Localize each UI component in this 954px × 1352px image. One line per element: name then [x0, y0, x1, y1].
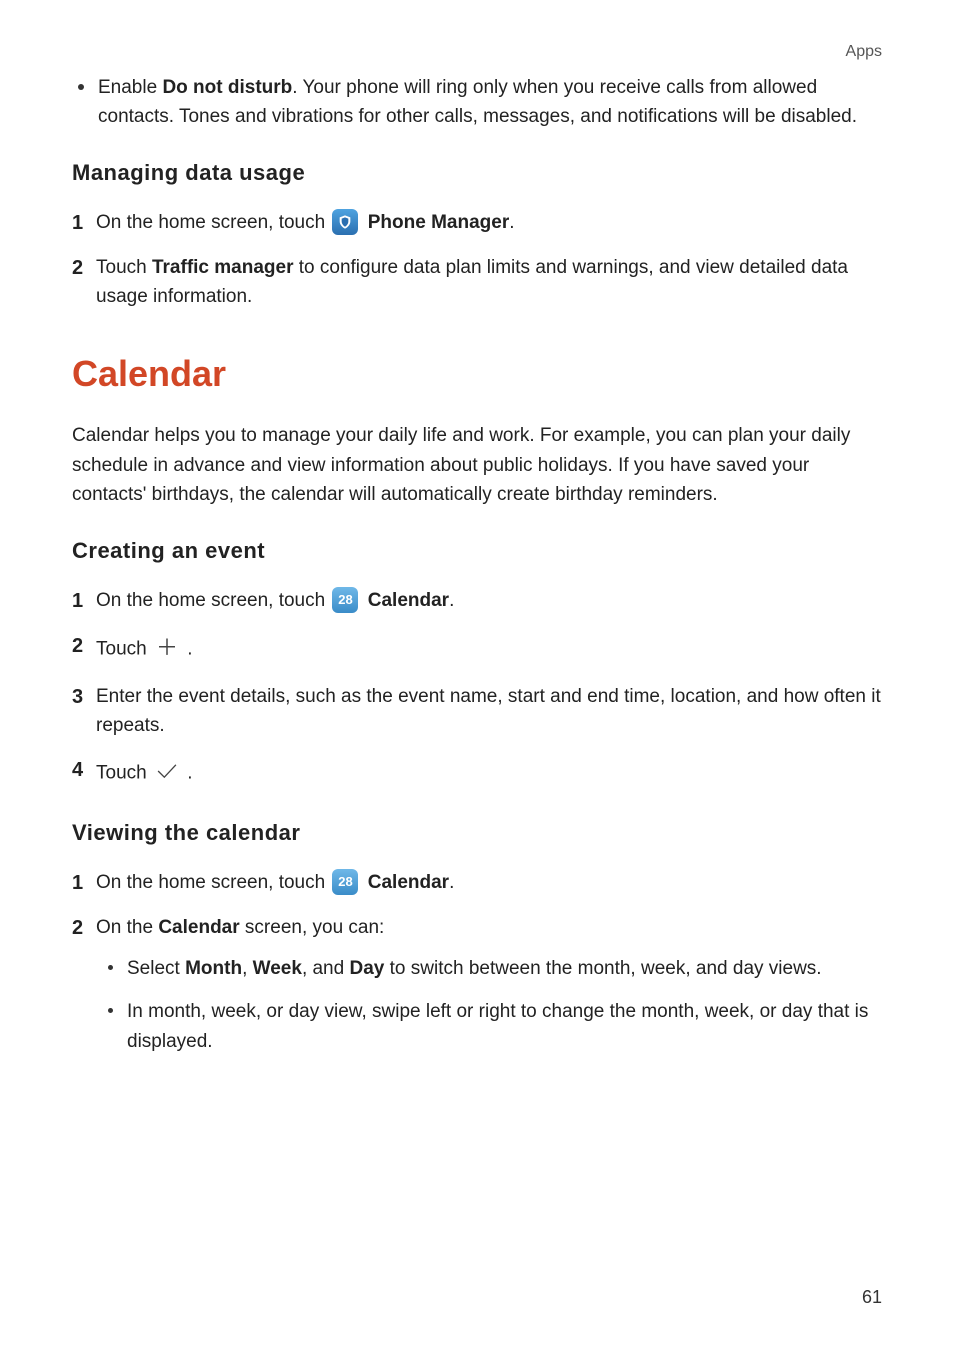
page-content: Apps Enable Do not disturb. Your phone w… — [0, 0, 954, 1352]
dnd-prefix: Enable — [98, 77, 162, 98]
text: . — [449, 590, 454, 611]
text: . — [509, 212, 514, 233]
text: Touch — [96, 638, 152, 659]
step-text: Touch ＋ . — [96, 631, 882, 668]
bullet-icon — [108, 965, 113, 970]
calendar-day-number: 28 — [338, 875, 352, 888]
step-number: 2 — [72, 253, 96, 284]
dnd-bold: Do not disturb — [162, 77, 292, 98]
step-number: 2 — [72, 913, 96, 944]
page-number: 61 — [862, 1284, 882, 1312]
viewing-step-2: 2 On the Calendar screen, you can: — [72, 913, 882, 944]
text: , and — [302, 958, 350, 979]
step-number: 2 — [72, 631, 96, 662]
calendar-app-icon: 28 — [332, 587, 358, 613]
calendar-screen-label: Calendar — [158, 917, 239, 938]
text: to switch between the month, week, and d… — [384, 958, 821, 979]
dnd-bullet: Enable Do not disturb. Your phone will r… — [72, 73, 882, 132]
step-text: On the home screen, touch 28 Calendar. — [96, 586, 882, 615]
dnd-text: Enable Do not disturb. Your phone will r… — [98, 73, 882, 132]
text: screen, you can: — [240, 917, 385, 938]
viewing-heading: Viewing the calendar — [72, 816, 882, 850]
phone-manager-label: Phone Manager — [368, 212, 509, 233]
bullet-icon — [78, 84, 84, 90]
viewing-bullet-1: Select Month, Week, and Day to switch be… — [102, 954, 882, 983]
day-label: Day — [349, 958, 384, 979]
viewing-step-1: 1 On the home screen, touch 28 Calendar. — [72, 868, 882, 899]
step-text: Touch Traffic manager to configure data … — [96, 253, 882, 312]
creating-step-1: 1 On the home screen, touch 28 Calendar. — [72, 586, 882, 617]
step-number: 1 — [72, 586, 96, 617]
step-number: 3 — [72, 682, 96, 713]
calendar-day-number: 28 — [338, 593, 352, 606]
text: . — [187, 638, 192, 659]
calendar-app-icon: 28 — [332, 869, 358, 895]
managing-step-2: 2 Touch Traffic manager to configure dat… — [72, 253, 882, 312]
calendar-label: Calendar — [368, 872, 449, 893]
traffic-manager-label: Traffic manager — [152, 257, 294, 278]
step-number: 1 — [72, 208, 96, 239]
bullet-text: Select Month, Week, and Day to switch be… — [127, 954, 882, 983]
step-number: 1 — [72, 868, 96, 899]
phone-manager-icon — [332, 209, 358, 235]
calendar-intro: Calendar helps you to manage your daily … — [72, 421, 882, 509]
step-text: On the Calendar screen, you can: — [96, 913, 882, 942]
plus-icon: ＋ — [156, 631, 178, 665]
bullet-text: In month, week, or day view, swipe left … — [127, 997, 882, 1056]
bullet-icon — [108, 1008, 113, 1013]
text: On the home screen, touch — [96, 212, 330, 233]
viewing-sub-list: Select Month, Week, and Day to switch be… — [102, 954, 882, 1056]
text: On the — [96, 917, 158, 938]
managing-heading: Managing data usage — [72, 156, 882, 190]
text: Touch — [96, 257, 152, 278]
step-text: Enter the event details, such as the eve… — [96, 682, 882, 741]
viewing-bullet-2: In month, week, or day view, swipe left … — [102, 997, 882, 1056]
text: . — [449, 872, 454, 893]
creating-step-4: 4 Touch . — [72, 755, 882, 792]
text: , — [242, 958, 253, 979]
step-text: On the home screen, touch 28 Calendar. — [96, 868, 882, 897]
text: . — [187, 762, 192, 783]
creating-heading: Creating an event — [72, 534, 882, 568]
month-label: Month — [185, 958, 242, 979]
step-text: On the home screen, touch Phone Manager. — [96, 208, 882, 237]
calendar-heading: Calendar — [72, 346, 882, 402]
text: On the home screen, touch — [96, 872, 330, 893]
step-number: 4 — [72, 755, 96, 786]
creating-step-3: 3 Enter the event details, such as the e… — [72, 682, 882, 741]
text: Touch — [96, 762, 152, 783]
calendar-label: Calendar — [368, 590, 449, 611]
managing-step-1: 1 On the home screen, touch Phone Manage… — [72, 208, 882, 239]
header-section-label: Apps — [72, 40, 882, 65]
checkmark-icon — [156, 755, 178, 789]
week-label: Week — [253, 958, 302, 979]
creating-step-2: 2 Touch ＋ . — [72, 631, 882, 668]
text: On the home screen, touch — [96, 590, 330, 611]
step-text: Touch . — [96, 755, 882, 792]
text: Select — [127, 958, 185, 979]
